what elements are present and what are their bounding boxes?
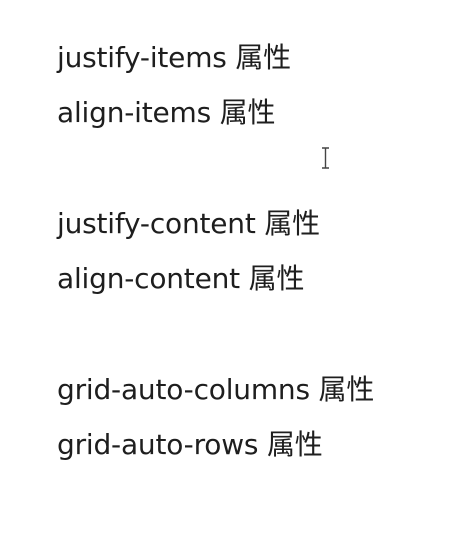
text-line-grid-auto-columns: grid-auto-columns 属性 [57,373,375,406]
document-body: justify-items 属性 align-items 属性 justify-… [0,0,459,536]
text-line-justify-items: justify-items 属性 [57,41,291,74]
text-line-grid-auto-rows: grid-auto-rows 属性 [57,428,323,461]
text-line-align-items: align-items 属性 [57,96,276,129]
text-line-justify-content: justify-content 属性 [57,207,320,240]
text-cursor-icon [321,147,330,169]
text-line-align-content: align-content 属性 [57,262,305,295]
